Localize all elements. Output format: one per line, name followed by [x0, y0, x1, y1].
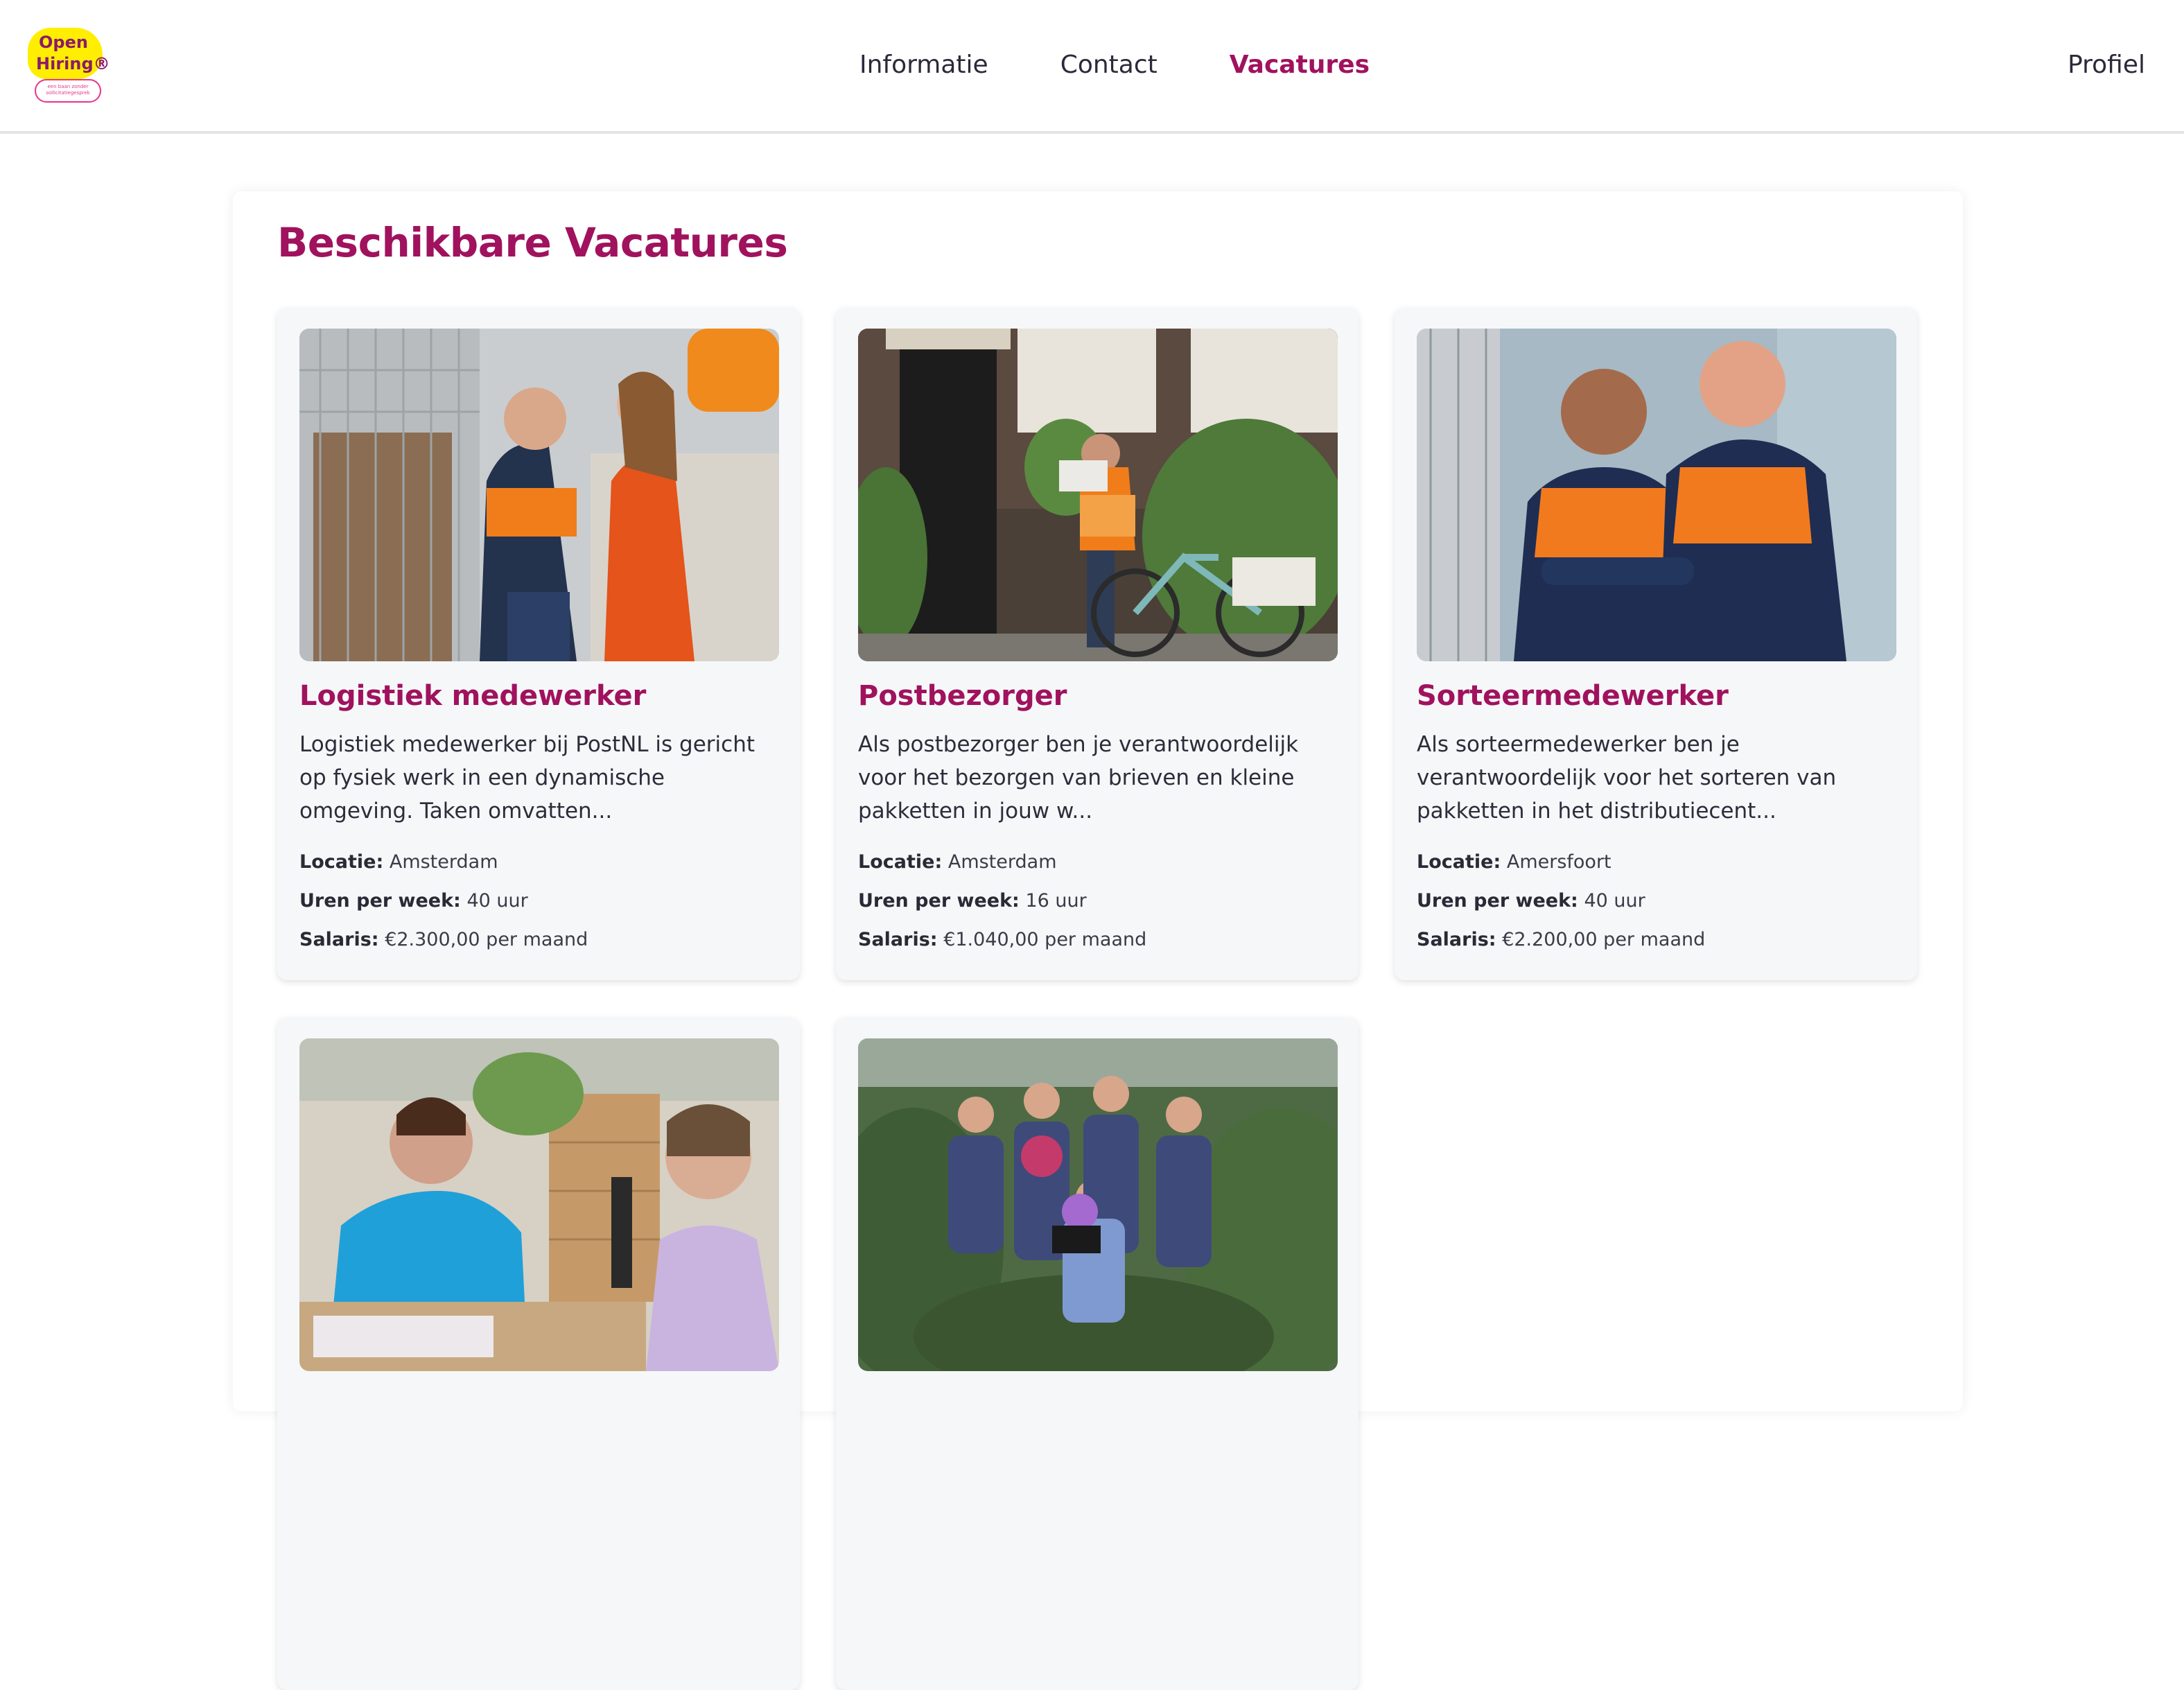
hours-value: 40 uur [466, 890, 528, 912]
vacancy-hours: Uren per week: 16 uur [858, 887, 1343, 915]
page-title: Beschikbare Vacatures [277, 219, 788, 266]
salary-label: Salaris: [858, 929, 938, 950]
location-value: Amersfoort [1506, 851, 1611, 873]
mail-carrier-bike-photo [858, 329, 1338, 661]
salary-label: Salaris: [299, 929, 379, 950]
vacancies-panel: Beschikbare Vacatures Logistiek medewerk… [233, 191, 1963, 1690]
main-nav: Informatie Contact Vacatures [859, 47, 1370, 83]
vacancy-location: Locatie: Amsterdam [858, 848, 1343, 876]
profile-link[interactable]: Profiel [2068, 47, 2145, 83]
open-hiring-logo[interactable]: Open Hiring® een baan zonder sollicitati… [28, 28, 110, 105]
vacancy-card-5[interactable] [836, 1018, 1359, 1690]
vacancy-hours: Uren per week: 40 uur [299, 887, 785, 915]
nav-contact-link[interactable]: Contact [1060, 47, 1157, 83]
vacancy-location: Locatie: Amersfoort [1417, 848, 1902, 876]
vacancy-salary: Salaris: €2.200,00 per maand [1417, 926, 1902, 954]
store-checkout-photo [299, 1038, 779, 1371]
vacancy-salary: Salaris: €1.040,00 per maand [858, 926, 1343, 954]
location-label: Locatie: [1417, 851, 1501, 873]
location-value: Amsterdam [389, 851, 498, 873]
two-sorters-photo [1417, 329, 1896, 661]
hours-value: 16 uur [1025, 890, 1087, 912]
hours-label: Uren per week: [1417, 890, 1578, 912]
vacancy-card-postbezorger[interactable]: Postbezorger Als postbezorger ben je ver… [836, 308, 1359, 980]
logo-tagline: een baan zonder sollicitatiegesprek [35, 79, 101, 103]
vacancy-description: Als postbezorger ben je verantwoordelijk… [858, 732, 1299, 824]
salary-value: €2.200,00 per maand [1502, 929, 1706, 950]
logo-line1: Open [39, 33, 88, 52]
salary-value: €2.300,00 per maand [385, 929, 588, 950]
vacancy-salary: Salaris: €2.300,00 per maand [299, 926, 785, 954]
nav-informatie-link[interactable]: Informatie [859, 47, 988, 83]
salary-value: €1.040,00 per maand [943, 929, 1147, 950]
location-value: Amsterdam [947, 851, 1057, 873]
warehouse-workers-photo [299, 329, 779, 661]
logo-line2: Hiring® [36, 54, 110, 73]
vacancy-card-sorteermedewerker[interactable]: Sorteermedewerker Als sorteermedewerker … [1395, 308, 1917, 980]
location-label: Locatie: [858, 851, 943, 873]
vacancy-location: Locatie: Amsterdam [299, 848, 785, 876]
hours-label: Uren per week: [299, 890, 461, 912]
vacancy-description: Logistiek medewerker bij PostNL is geric… [299, 732, 755, 824]
hours-value: 40 uur [1584, 890, 1645, 912]
vacancy-description: Als sorteermedewerker ben je verantwoord… [1417, 732, 1837, 824]
vacancy-card-logistiek[interactable]: Logistiek medewerker Logistiek medewerke… [277, 308, 800, 980]
hours-label: Uren per week: [858, 890, 1020, 912]
vacancy-card-4[interactable] [277, 1018, 800, 1690]
nav-vacatures-link[interactable]: Vacatures [1230, 47, 1370, 83]
location-label: Locatie: [299, 851, 384, 873]
vacancy-title[interactable]: Logistiek medewerker [299, 678, 646, 714]
garden-centre-team-photo [858, 1038, 1338, 1371]
vacancy-title[interactable]: Sorteermedewerker [1417, 678, 1729, 714]
vacancy-hours: Uren per week: 40 uur [1417, 887, 1902, 915]
top-navigation-bar: Open Hiring® een baan zonder sollicitati… [0, 0, 2184, 134]
vacancy-title[interactable]: Postbezorger [858, 678, 1067, 714]
salary-label: Salaris: [1417, 929, 1496, 950]
